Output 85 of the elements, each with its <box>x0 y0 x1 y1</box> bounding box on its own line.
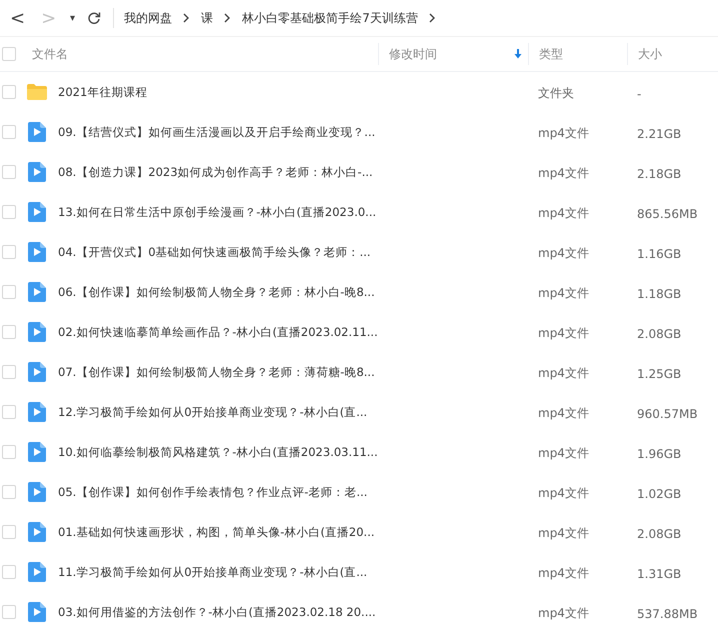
file-size: 1.18GB <box>636 286 682 300</box>
file-type: mp4文件 <box>537 446 589 460</box>
row-checkbox[interactable] <box>2 165 16 179</box>
file-type: 文件夹 <box>537 86 574 100</box>
file-name[interactable]: 13.如何在日常生活中原创手绘漫画？-林小白(直播2023.0... <box>58 204 376 220</box>
row-checkbox[interactable] <box>2 565 16 579</box>
file-name[interactable]: 06.【创作课】如何绘制极简人物全身？老师：林小白-晚8... <box>58 284 375 300</box>
file-size: 1.16GB <box>636 246 682 260</box>
chevron-right-icon <box>224 13 232 23</box>
file-type: mp4文件 <box>537 526 589 540</box>
file-name[interactable]: 03.如何用借鉴的方法创作？-林小白(直播2023.02.18 20.... <box>58 604 376 620</box>
video-file-icon <box>28 602 46 622</box>
breadcrumb-link[interactable]: 课 <box>201 10 214 26</box>
video-file-icon <box>28 562 46 582</box>
video-file-icon <box>28 202 46 222</box>
file-size: 2.21GB <box>636 126 682 140</box>
video-file-icon <box>28 162 46 182</box>
video-file-icon <box>28 402 46 422</box>
video-file-icon <box>28 282 46 302</box>
file-size: 865.56MB <box>636 206 698 220</box>
file-type: mp4文件 <box>537 126 589 140</box>
file-name[interactable]: 07.【创作课】如何绘制极简人物全身？老师：薄荷糖-晚8... <box>58 364 375 380</box>
video-file-icon <box>28 122 46 142</box>
chevron-right-icon <box>183 13 190 23</box>
column-header[interactable]: 类型 <box>539 46 563 60</box>
file-name[interactable]: 08.【创造力课】2023如何成为创作高手？老师：林小白-... <box>58 164 373 180</box>
row-checkbox[interactable] <box>2 125 16 139</box>
file-size: 1.25GB <box>636 366 682 380</box>
breadcrumb-link[interactable]: 我的网盘 <box>124 10 172 26</box>
video-file-icon <box>28 322 46 342</box>
row-checkbox[interactable] <box>2 85 16 99</box>
file-name[interactable]: 01.基础如何快速画形状，构图，简单头像-林小白(直播20... <box>58 524 375 540</box>
column-header[interactable]: 文件名 <box>32 46 68 60</box>
file-name[interactable]: 09.【结营仪式】如何画生活漫画以及开启手绘商业变现？... <box>58 124 376 140</box>
select-all-checkbox[interactable] <box>2 47 16 61</box>
file-name[interactable]: 05.【创作课】如何创作手绘表情包？作业点评-老师：老... <box>58 484 368 500</box>
file-type: mp4文件 <box>537 206 589 220</box>
video-file-icon <box>28 522 46 542</box>
file-type: mp4文件 <box>537 286 589 300</box>
file-type: mp4文件 <box>537 166 589 180</box>
row-checkbox[interactable] <box>2 445 16 459</box>
breadcrumb-link[interactable]: 林小白零基础极简手绘7天训练营 <box>242 10 418 26</box>
file-size: - <box>636 86 642 100</box>
row-checkbox[interactable] <box>2 325 16 339</box>
video-file-icon <box>28 242 46 262</box>
file-size: 960.57MB <box>636 406 698 420</box>
back-button[interactable]: < <box>4 4 32 32</box>
row-checkbox[interactable] <box>2 285 16 299</box>
file-type: mp4文件 <box>537 246 589 260</box>
file-size: 2.18GB <box>636 166 682 180</box>
column-header[interactable]: 大小 <box>638 46 662 60</box>
chevron-right-icon <box>428 13 436 23</box>
row-checkbox[interactable] <box>2 405 16 419</box>
video-file-icon <box>28 482 46 502</box>
refresh-icon <box>87 11 102 25</box>
file-type: mp4文件 <box>537 406 589 420</box>
row-checkbox[interactable] <box>2 245 16 259</box>
row-checkbox[interactable] <box>2 205 16 219</box>
file-name[interactable]: 11.学习极简手绘如何从0开始接单商业变现？-林小白(直... <box>58 564 368 580</box>
file-size: 1.96GB <box>636 446 682 460</box>
folder-icon <box>26 83 48 101</box>
file-name[interactable]: 2021年往期课程 <box>58 84 148 100</box>
file-name[interactable]: 12.学习极简手绘如何从0开始接单商业变现？-林小白(直... <box>58 404 368 420</box>
history-dropdown-button[interactable]: ▾ <box>66 4 80 32</box>
file-size: 1.31GB <box>636 566 682 580</box>
file-type: mp4文件 <box>537 486 589 500</box>
video-file-icon <box>28 442 46 462</box>
file-size: 1.02GB <box>636 486 682 500</box>
row-checkbox[interactable] <box>2 605 16 619</box>
row-checkbox[interactable] <box>2 525 16 539</box>
row-checkbox[interactable] <box>2 485 16 499</box>
file-type: mp4文件 <box>537 326 589 340</box>
column-header[interactable]: 修改时间 <box>389 46 437 60</box>
file-name[interactable]: 04.【开营仪式】0基础如何快速画极简手绘头像？老师：... <box>58 244 371 260</box>
file-size: 2.08GB <box>636 526 682 540</box>
file-size: 537.88MB <box>636 606 698 620</box>
file-type: mp4文件 <box>537 366 589 380</box>
video-file-icon <box>28 362 46 382</box>
file-type: mp4文件 <box>537 566 589 580</box>
file-type: mp4文件 <box>537 606 589 620</box>
file-name[interactable]: 10.如何临摹绘制极简风格建筑？-林小白(直播2023.03.11... <box>58 444 378 460</box>
file-size: 2.08GB <box>636 326 682 340</box>
sort-down-icon[interactable] <box>514 49 522 59</box>
file-name[interactable]: 02.如何快速临摹简单绘画作品？-林小白(直播2023.02.11... <box>58 324 378 340</box>
row-checkbox[interactable] <box>2 365 16 379</box>
